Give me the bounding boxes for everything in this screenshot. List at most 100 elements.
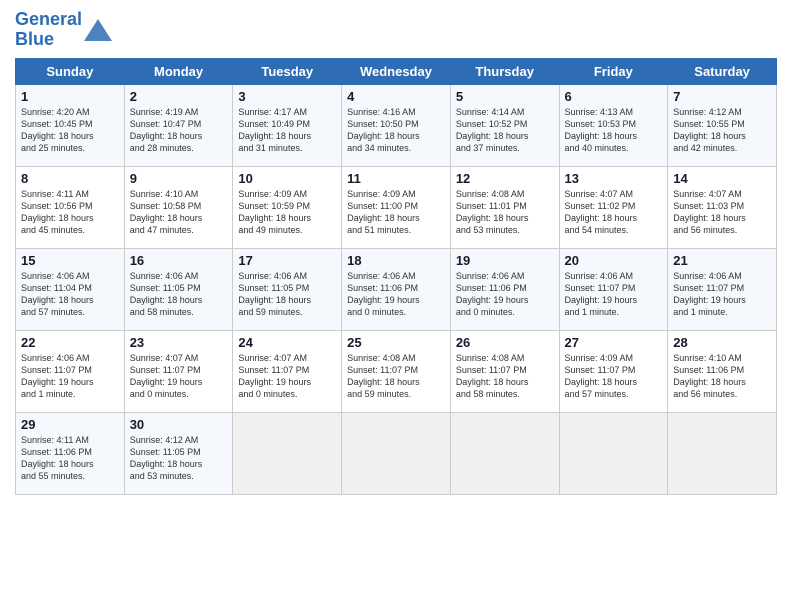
day-of-week-header: Friday [559,58,668,84]
calendar-day-cell: 6 Sunrise: 4:13 AM Sunset: 10:53 PM Dayli… [559,84,668,166]
day-of-week-header: Monday [124,58,233,84]
day-info-text: Sunrise: 4:06 AM Sunset: 11:07 PM Daylig… [673,270,771,319]
calendar-week-row: 1 Sunrise: 4:20 AM Sunset: 10:45 PM Dayli… [16,84,777,166]
day-info-text: Sunrise: 4:06 AM Sunset: 11:05 PM Daylig… [238,270,336,319]
day-number: 8 [21,171,119,186]
day-info-text: Sunrise: 4:11 AM Sunset: 10:56 PM Daylig… [21,188,119,237]
calendar-day-cell: 19 Sunrise: 4:06 AM Sunset: 11:06 PM Dayl… [450,248,559,330]
day-info-text: Sunrise: 4:08 AM Sunset: 11:01 PM Daylig… [456,188,554,237]
day-number: 4 [347,89,445,104]
day-info-text: Sunrise: 4:17 AM Sunset: 10:49 PM Daylig… [238,106,336,155]
calendar-day-cell: 7Sunrise: 4:12 AM Sunset: 10:55 PM Dayli… [668,84,777,166]
calendar-week-row: 22Sunrise: 4:06 AM Sunset: 11:07 PM Dayl… [16,330,777,412]
day-number: 21 [673,253,771,268]
day-info-text: Sunrise: 4:06 AM Sunset: 11:06 PM Daylig… [456,270,554,319]
day-number: 15 [21,253,119,268]
day-number: 6 [565,89,663,104]
calendar-day-cell: 11 Sunrise: 4:09 AM Sunset: 11:00 PM Dayl… [342,166,451,248]
calendar-day-cell: 23 Sunrise: 4:07 AM Sunset: 11:07 PM Dayl… [124,330,233,412]
calendar-week-row: 29 Sunrise: 4:11 AM Sunset: 11:06 PM Dayl… [16,412,777,494]
day-info-text: Sunrise: 4:07 AM Sunset: 11:03 PM Daylig… [673,188,771,237]
calendar-day-cell [342,412,451,494]
day-number: 22 [21,335,119,350]
calendar-week-row: 15 Sunrise: 4:06 AM Sunset: 11:04 PM Dayl… [16,248,777,330]
calendar-day-cell: 1 Sunrise: 4:20 AM Sunset: 10:45 PM Dayli… [16,84,125,166]
day-info-text: Sunrise: 4:07 AM Sunset: 11:07 PM Daylig… [130,352,228,401]
header-row: General Blue [15,10,777,50]
calendar-day-cell: 29 Sunrise: 4:11 AM Sunset: 11:06 PM Dayl… [16,412,125,494]
day-number: 1 [21,89,119,104]
day-number: 20 [565,253,663,268]
calendar-day-cell: 2Sunrise: 4:19 AM Sunset: 10:47 PM Dayli… [124,84,233,166]
calendar-day-cell: 30 Sunrise: 4:12 AM Sunset: 11:05 PM Dayl… [124,412,233,494]
day-number: 12 [456,171,554,186]
day-number: 5 [456,89,554,104]
calendar-header: SundayMondayTuesdayWednesdayThursdayFrid… [16,58,777,84]
calendar-day-cell: 3 Sunrise: 4:17 AM Sunset: 10:49 PM Dayli… [233,84,342,166]
day-number: 27 [565,335,663,350]
calendar-day-cell [668,412,777,494]
day-number: 10 [238,171,336,186]
day-info-text: Sunrise: 4:06 AM Sunset: 11:06 PM Daylig… [347,270,445,319]
day-number: 17 [238,253,336,268]
day-of-week-header: Saturday [668,58,777,84]
calendar-table: SundayMondayTuesdayWednesdayThursdayFrid… [15,58,777,495]
calendar-day-cell: 27Sunrise: 4:09 AM Sunset: 11:07 PM Dayl… [559,330,668,412]
calendar-day-cell [559,412,668,494]
day-info-text: Sunrise: 4:10 AM Sunset: 11:06 PM Daylig… [673,352,771,401]
calendar-day-cell: 8 Sunrise: 4:11 AM Sunset: 10:56 PM Dayli… [16,166,125,248]
day-info-text: Sunrise: 4:09 AM Sunset: 11:00 PM Daylig… [347,188,445,237]
day-info-text: Sunrise: 4:06 AM Sunset: 11:07 PM Daylig… [565,270,663,319]
calendar-day-cell: 10 Sunrise: 4:09 AM Sunset: 10:59 PM Dayl… [233,166,342,248]
day-number: 29 [21,417,119,432]
day-info-text: Sunrise: 4:08 AM Sunset: 11:07 PM Daylig… [347,352,445,401]
day-info-text: Sunrise: 4:06 AM Sunset: 11:04 PM Daylig… [21,270,119,319]
calendar-day-cell: 20 Sunrise: 4:06 AM Sunset: 11:07 PM Dayl… [559,248,668,330]
day-number: 14 [673,171,771,186]
calendar-body: 1 Sunrise: 4:20 AM Sunset: 10:45 PM Dayli… [16,84,777,494]
calendar-day-cell: 12 Sunrise: 4:08 AM Sunset: 11:01 PM Dayl… [450,166,559,248]
calendar-day-cell: 25 Sunrise: 4:08 AM Sunset: 11:07 PM Dayl… [342,330,451,412]
calendar-day-cell: 15 Sunrise: 4:06 AM Sunset: 11:04 PM Dayl… [16,248,125,330]
calendar-day-cell: 4 Sunrise: 4:16 AM Sunset: 10:50 PM Dayli… [342,84,451,166]
day-number: 16 [130,253,228,268]
day-number: 13 [565,171,663,186]
calendar-day-cell: 21 Sunrise: 4:06 AM Sunset: 11:07 PM Dayl… [668,248,777,330]
day-number: 2 [130,89,228,104]
calendar-day-cell: 18 Sunrise: 4:06 AM Sunset: 11:06 PM Dayl… [342,248,451,330]
day-info-text: Sunrise: 4:12 AM Sunset: 11:05 PM Daylig… [130,434,228,483]
calendar-day-cell: 22Sunrise: 4:06 AM Sunset: 11:07 PM Dayl… [16,330,125,412]
day-info-text: Sunrise: 4:16 AM Sunset: 10:50 PM Daylig… [347,106,445,155]
logo: General Blue [15,10,112,50]
day-number: 18 [347,253,445,268]
calendar-day-cell: 28 Sunrise: 4:10 AM Sunset: 11:06 PM Dayl… [668,330,777,412]
day-of-week-header: Sunday [16,58,125,84]
day-number: 9 [130,171,228,186]
day-number: 7 [673,89,771,104]
day-info-text: Sunrise: 4:13 AM Sunset: 10:53 PM Daylig… [565,106,663,155]
header-row-days: SundayMondayTuesdayWednesdayThursdayFrid… [16,58,777,84]
day-info-text: Sunrise: 4:09 AM Sunset: 10:59 PM Daylig… [238,188,336,237]
day-of-week-header: Thursday [450,58,559,84]
calendar-day-cell: 16 Sunrise: 4:06 AM Sunset: 11:05 PM Dayl… [124,248,233,330]
day-number: 3 [238,89,336,104]
day-number: 23 [130,335,228,350]
calendar-day-cell: 24Sunrise: 4:07 AM Sunset: 11:07 PM Dayl… [233,330,342,412]
day-info-text: Sunrise: 4:06 AM Sunset: 11:05 PM Daylig… [130,270,228,319]
day-of-week-header: Tuesday [233,58,342,84]
day-number: 24 [238,335,336,350]
day-info-text: Sunrise: 4:08 AM Sunset: 11:07 PM Daylig… [456,352,554,401]
day-number: 19 [456,253,554,268]
day-number: 11 [347,171,445,186]
day-of-week-header: Wednesday [342,58,451,84]
day-info-text: Sunrise: 4:11 AM Sunset: 11:06 PM Daylig… [21,434,119,483]
calendar-day-cell [233,412,342,494]
day-number: 28 [673,335,771,350]
calendar-day-cell: 5Sunrise: 4:14 AM Sunset: 10:52 PM Dayli… [450,84,559,166]
day-number: 25 [347,335,445,350]
day-info-text: Sunrise: 4:20 AM Sunset: 10:45 PM Daylig… [21,106,119,155]
calendar-day-cell: 14 Sunrise: 4:07 AM Sunset: 11:03 PM Dayl… [668,166,777,248]
calendar-day-cell: 17 Sunrise: 4:06 AM Sunset: 11:05 PM Dayl… [233,248,342,330]
calendar-week-row: 8 Sunrise: 4:11 AM Sunset: 10:56 PM Dayli… [16,166,777,248]
day-number: 30 [130,417,228,432]
